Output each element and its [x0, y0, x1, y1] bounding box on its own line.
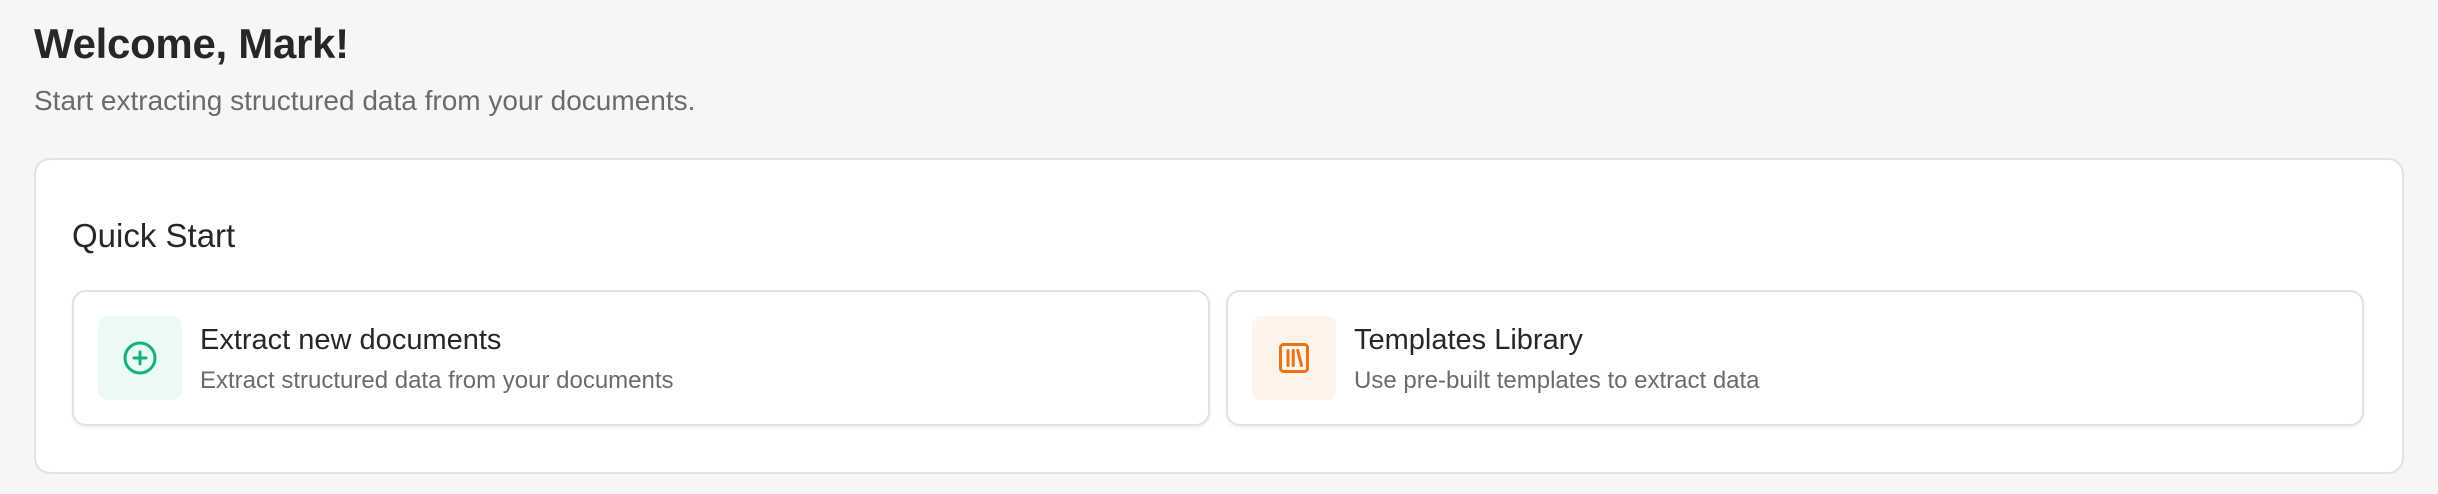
- plus-circle-icon: [123, 341, 157, 375]
- templates-card-title: Templates Library: [1354, 324, 1583, 356]
- extract-card-title: Extract new documents: [200, 324, 502, 356]
- page-subtitle: Start extracting structured data from yo…: [34, 85, 696, 116]
- page-title: Welcome, Mark!: [34, 20, 349, 67]
- templates-library-card[interactable]: Templates Library Use pre-built template…: [1226, 290, 2364, 426]
- templates-card-description: Use pre-built templates to extract data: [1354, 367, 1760, 394]
- dashboard-page: Welcome, Mark! Start extracting structur…: [0, 0, 2438, 494]
- quick-start-panel: Quick Start Extract new documents Extrac…: [34, 158, 2404, 474]
- quick-start-title: Quick Start: [72, 217, 236, 254]
- extract-new-documents-card[interactable]: Extract new documents Extract structured…: [72, 290, 1210, 426]
- library-icon: [1279, 343, 1309, 373]
- extract-card-description: Extract structured data from your docume…: [200, 367, 674, 394]
- extract-icon-tile: [98, 316, 182, 400]
- templates-icon-tile: [1252, 316, 1336, 400]
